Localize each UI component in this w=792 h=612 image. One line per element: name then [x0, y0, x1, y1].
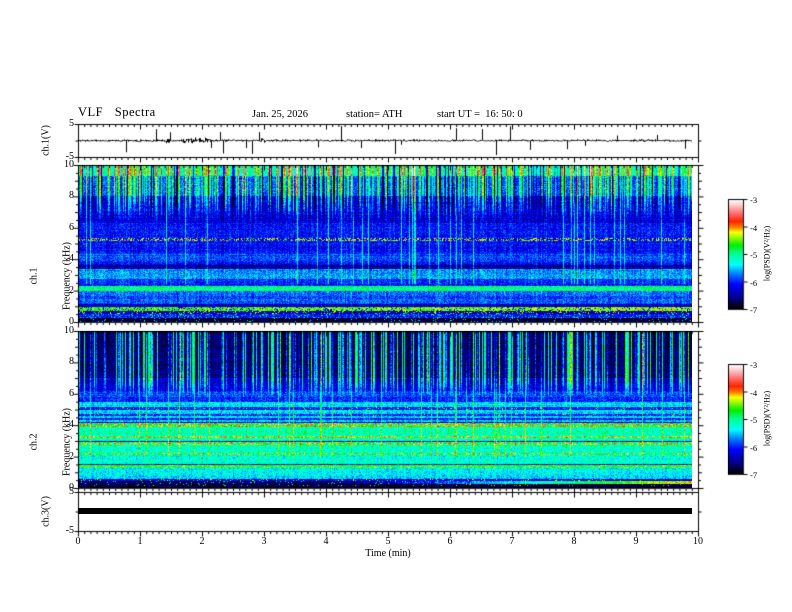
colorbar-2-tick-label: -3 [750, 360, 758, 370]
colorbar-2-tick-label: -6 [750, 442, 758, 453]
vlf-spectra-figure: VLF Spectra Jan. 25, 2026 station= ATH s… [0, 0, 792, 612]
xtick-label: 4 [323, 536, 329, 547]
spec2-ytick-label: 2 [69, 450, 74, 462]
xtick-label: 0 [75, 536, 81, 547]
colorbar-1-tick-label: -4 [750, 222, 758, 233]
colorbar-1-tick-label: -3 [750, 195, 758, 205]
xtick-label: 10 [693, 536, 703, 547]
spec2-ytick-label: 8 [69, 356, 74, 368]
xtick-label: 8 [571, 536, 577, 547]
spec2-ytick-label: 10 [64, 325, 74, 336]
xaxis-title: Time (min) [365, 548, 411, 559]
xtick-label: 5 [385, 536, 391, 547]
xtick-label: 3 [261, 536, 267, 547]
xtick-label: 2 [199, 536, 205, 547]
spec2-axis-title-line1: ch.2 [28, 433, 40, 451]
colorbar-1-tick-label: -6 [750, 277, 758, 288]
xtick-label: 6 [447, 536, 453, 547]
spec2-ytick-label: 0 [69, 482, 74, 493]
axes-overlay-canvas [0, 0, 792, 612]
spec2-ytick-label: 6 [69, 387, 74, 399]
spec1-axis-title-line1: ch.1 [28, 267, 40, 285]
spec1-ytick-label: 8 [69, 190, 74, 202]
colorbar-2-tick-label: -4 [750, 387, 758, 398]
xtick-label: 1 [137, 536, 143, 547]
colorbar-2-tick-label: -5 [750, 415, 758, 425]
spec1-ytick-label: 4 [69, 253, 74, 265]
colorbar-1-tick-label: -5 [750, 250, 758, 260]
spec1-ytick-label: 2 [69, 284, 74, 296]
spec2-ytick-label: 4 [69, 419, 74, 431]
colorbar-2-tick-label: -7 [750, 470, 758, 480]
spec1-ytick-label: 6 [69, 221, 74, 233]
spec1-ytick-label: 10 [64, 159, 74, 170]
xtick-label: 9 [633, 536, 639, 547]
colorbar-1-tick-label: -7 [750, 305, 758, 315]
xtick-label: 7 [509, 536, 515, 547]
